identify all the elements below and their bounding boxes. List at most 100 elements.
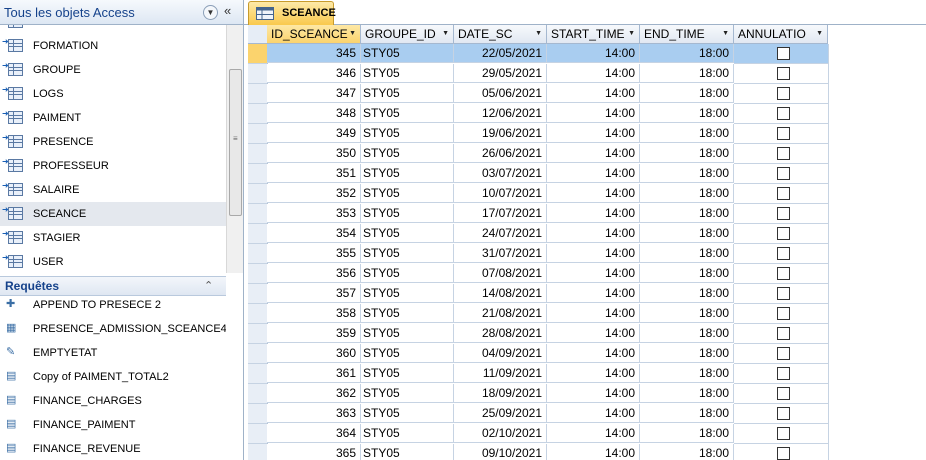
- collapse-group-icon[interactable]: ⌃: [204, 279, 213, 292]
- nav-scrollbar[interactable]: ≡: [226, 25, 243, 273]
- annulation-checkbox[interactable]: [777, 347, 790, 360]
- table-cell[interactable]: 18:00: [640, 444, 734, 460]
- table-cell[interactable]: 358: [267, 304, 361, 323]
- table-cell[interactable]: 18:00: [640, 384, 734, 403]
- table-cell[interactable]: [734, 44, 829, 64]
- table-cell[interactable]: [734, 164, 829, 184]
- row-selector[interactable]: [248, 64, 268, 84]
- table-cell[interactable]: 18:00: [640, 344, 734, 363]
- table-cell[interactable]: 349: [267, 124, 361, 143]
- table-cell[interactable]: 352: [267, 184, 361, 203]
- row-selector[interactable]: [248, 244, 268, 264]
- row-selector[interactable]: [248, 444, 268, 460]
- nav-header[interactable]: Tous les objets Access ▼ «: [0, 0, 243, 25]
- column-header[interactable]: ID_SCEANCE ▼: [267, 25, 361, 44]
- table-cell[interactable]: STY05: [361, 164, 454, 183]
- table-cell[interactable]: [734, 424, 829, 444]
- nav-table-item[interactable]: ➜ GROUPE: [0, 58, 226, 82]
- annulation-checkbox[interactable]: [777, 187, 790, 200]
- annulation-checkbox[interactable]: [777, 207, 790, 220]
- table-cell[interactable]: 26/06/2021: [454, 144, 547, 163]
- annulation-checkbox[interactable]: [777, 67, 790, 80]
- table-cell[interactable]: 361: [267, 364, 361, 383]
- annulation-checkbox[interactable]: [777, 367, 790, 380]
- table-cell[interactable]: 18:00: [640, 224, 734, 243]
- nav-query-item[interactable]: ✎ EMPTYETAT: [0, 341, 226, 365]
- table-cell[interactable]: STY05: [361, 184, 454, 203]
- row-selector[interactable]: [248, 324, 268, 344]
- table-cell[interactable]: 354: [267, 224, 361, 243]
- column-header[interactable]: ANNULATIO ▼: [734, 25, 828, 44]
- column-header[interactable]: DATE_SC ▼: [454, 25, 547, 44]
- table-cell[interactable]: 03/07/2021: [454, 164, 547, 183]
- chevron-down-icon[interactable]: ▼: [628, 30, 635, 37]
- column-header[interactable]: START_TIME ▼: [547, 25, 640, 44]
- table-cell[interactable]: 02/10/2021: [454, 424, 547, 443]
- table-cell[interactable]: 10/07/2021: [454, 184, 547, 203]
- nav-table-item[interactable]: ➜ SALAIRE: [0, 178, 226, 202]
- row-selector[interactable]: [248, 224, 268, 244]
- table-cell[interactable]: [734, 124, 829, 144]
- table-cell[interactable]: 14:00: [547, 84, 640, 103]
- row-selector[interactable]: [248, 84, 268, 104]
- table-cell[interactable]: 14:00: [547, 144, 640, 163]
- table-cell[interactable]: [734, 144, 829, 164]
- table-cell[interactable]: STY05: [361, 284, 454, 303]
- table-cell[interactable]: 14:00: [547, 344, 640, 363]
- table-cell[interactable]: 18:00: [640, 64, 734, 83]
- table-cell[interactable]: 17/07/2021: [454, 204, 547, 223]
- table-cell[interactable]: [734, 364, 829, 384]
- table-cell[interactable]: 14:00: [547, 104, 640, 123]
- table-cell[interactable]: STY05: [361, 144, 454, 163]
- table-cell[interactable]: 14:00: [547, 224, 640, 243]
- annulation-checkbox[interactable]: [777, 127, 790, 140]
- chevron-down-icon[interactable]: ▼: [203, 5, 218, 20]
- table-cell[interactable]: STY05: [361, 124, 454, 143]
- annulation-checkbox[interactable]: [777, 327, 790, 340]
- table-cell[interactable]: 21/08/2021: [454, 304, 547, 323]
- table-cell[interactable]: 18:00: [640, 404, 734, 423]
- annulation-checkbox[interactable]: [777, 427, 790, 440]
- row-selector[interactable]: [248, 124, 268, 144]
- nav-query-item[interactable]: ✚ APPEND TO PRESECE 2: [0, 293, 226, 317]
- row-selector[interactable]: [248, 344, 268, 364]
- table-cell[interactable]: 14:00: [547, 204, 640, 223]
- chevron-down-icon[interactable]: ▼: [816, 30, 823, 37]
- nav-scroll-thumb[interactable]: ≡: [229, 69, 242, 216]
- table-cell[interactable]: [734, 324, 829, 344]
- table-cell[interactable]: [734, 204, 829, 224]
- table-cell[interactable]: 356: [267, 264, 361, 283]
- table-cell[interactable]: 353: [267, 204, 361, 223]
- nav-table-item[interactable]: ➜ SCEANCE: [0, 202, 226, 226]
- table-cell[interactable]: [734, 444, 829, 460]
- table-cell[interactable]: STY05: [361, 444, 454, 460]
- row-selector[interactable]: [248, 384, 268, 404]
- row-selector[interactable]: [248, 204, 268, 224]
- table-cell[interactable]: 18:00: [640, 284, 734, 303]
- table-cell[interactable]: 18:00: [640, 364, 734, 383]
- tab-sceance[interactable]: SCEANCE: [248, 1, 336, 25]
- table-cell[interactable]: [734, 404, 829, 424]
- nav-query-item[interactable]: ▤ FINANCE_PAIMENT: [0, 413, 226, 437]
- table-cell[interactable]: STY05: [361, 424, 454, 443]
- datasheet-grid[interactable]: ID_SCEANCE ▼ GROUPE_ID ▼ DATE_SC ▼ START_TIME ▼…: [244, 25, 926, 460]
- table-cell[interactable]: 364: [267, 424, 361, 443]
- table-cell[interactable]: STY05: [361, 344, 454, 363]
- table-cell[interactable]: 14:00: [547, 324, 640, 343]
- table-cell[interactable]: STY05: [361, 104, 454, 123]
- table-cell[interactable]: 14:00: [547, 244, 640, 263]
- nav-query-item[interactable]: ▤ Copy of PAIMENT_TOTAL2: [0, 365, 226, 389]
- table-cell[interactable]: 18:00: [640, 44, 734, 63]
- table-cell[interactable]: 18:00: [640, 204, 734, 223]
- table-cell[interactable]: 18:00: [640, 244, 734, 263]
- table-cell[interactable]: 14:00: [547, 404, 640, 423]
- table-cell[interactable]: 14:00: [547, 384, 640, 403]
- annulation-checkbox[interactable]: [777, 387, 790, 400]
- table-cell[interactable]: 18:00: [640, 264, 734, 283]
- collapse-pane-icon[interactable]: «: [224, 3, 231, 18]
- table-cell[interactable]: 22/05/2021: [454, 44, 547, 63]
- table-cell[interactable]: 07/08/2021: [454, 264, 547, 283]
- table-cell[interactable]: 14:00: [547, 64, 640, 83]
- table-cell[interactable]: 14:00: [547, 44, 640, 63]
- queries-group-title[interactable]: Requêtes: [5, 279, 59, 293]
